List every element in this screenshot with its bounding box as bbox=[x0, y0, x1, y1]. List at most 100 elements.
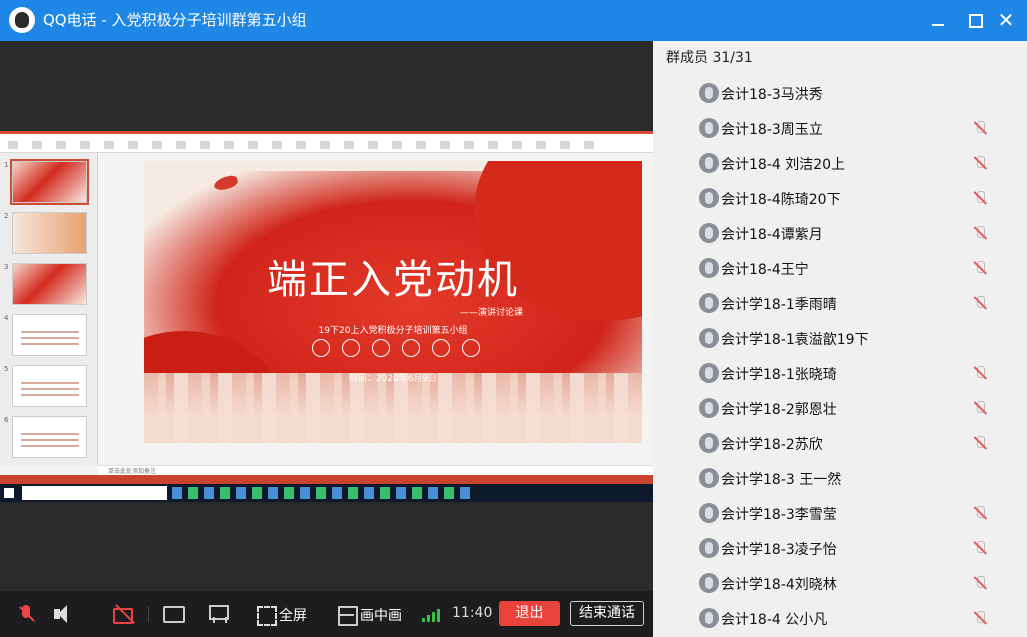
avatar bbox=[699, 188, 719, 208]
mic-muted-icon bbox=[972, 225, 988, 241]
member-name: 会计学18-4刘晓林 bbox=[721, 577, 837, 593]
slide-thumbnail[interactable] bbox=[12, 263, 87, 305]
minimize-icon[interactable] bbox=[925, 8, 951, 32]
avatar bbox=[699, 153, 719, 173]
avatar bbox=[699, 328, 719, 348]
picture-in-picture-icon[interactable] bbox=[337, 603, 358, 626]
slide-thumbnail[interactable] bbox=[12, 365, 87, 407]
qq-logo-icon bbox=[9, 7, 35, 33]
member-item[interactable]: 会计学18-1袁溢歆19下 bbox=[653, 321, 1027, 356]
window-title: QQ电话 - 入党积极分子培训群第五小组 bbox=[43, 11, 307, 29]
screen-share-icon[interactable] bbox=[162, 603, 185, 625]
mic-muted-icon bbox=[972, 155, 988, 171]
member-item[interactable]: 会计学18-3 王一然 bbox=[653, 461, 1027, 496]
member-item[interactable]: 会计18-4 公小凡 bbox=[653, 601, 1027, 636]
camera-off-icon[interactable] bbox=[112, 603, 136, 625]
member-item[interactable]: 会计18-4陈琦20下 bbox=[653, 181, 1027, 216]
signal-strength-icon bbox=[422, 608, 446, 622]
slide-thumbnail[interactable] bbox=[12, 314, 87, 356]
member-name: 会计学18-1张晓琦 bbox=[721, 367, 837, 383]
slide-heading: 端正入党动机 bbox=[267, 257, 519, 303]
exit-button[interactable]: 退出 bbox=[499, 601, 560, 626]
end-call-button[interactable]: 结束通话 bbox=[570, 601, 644, 626]
windows-taskbar bbox=[0, 484, 653, 502]
mic-muted-icon bbox=[972, 540, 988, 556]
slide-thumbnails: 1 2 3 4 5 6 bbox=[0, 153, 98, 465]
speaker-icon[interactable] bbox=[52, 603, 70, 625]
maximize-icon[interactable] bbox=[962, 8, 988, 32]
member-name: 会计学18-3李雪莹 bbox=[721, 507, 837, 523]
title-bar: QQ电话 - 入党积极分子培训群第五小组 ✕ bbox=[0, 0, 1027, 41]
member-name: 会计18-4王宁 bbox=[721, 262, 809, 278]
member-item[interactable]: 会计18-3马洪秀 bbox=[653, 76, 1027, 111]
taskbar-app-icons bbox=[172, 487, 472, 499]
mic-muted-icon bbox=[972, 435, 988, 451]
notes-placeholder: 单击此处添加备注 bbox=[108, 468, 157, 475]
member-item[interactable]: 会计学18-3凌子怡 bbox=[653, 531, 1027, 566]
call-timer: 11:40 bbox=[452, 605, 493, 621]
avatar bbox=[699, 398, 719, 418]
member-item[interactable]: 会计学18-3李雪莹 bbox=[653, 496, 1027, 531]
picture-in-picture-button[interactable]: 画中画 bbox=[360, 605, 402, 625]
mic-muted-icon bbox=[972, 365, 988, 381]
member-item[interactable]: 会计18-3周玉立 bbox=[653, 111, 1027, 146]
member-name: 会计18-4陈琦20下 bbox=[721, 192, 841, 208]
member-item[interactable]: 会计18-4 刘洁20上 bbox=[653, 146, 1027, 181]
member-item[interactable]: 会计18-4谭紫月 bbox=[653, 216, 1027, 251]
member-item[interactable]: 会计学18-1张晓琦 bbox=[653, 356, 1027, 391]
call-controls: 全屏 画中画 11:40 退出 结束通话 bbox=[0, 591, 653, 637]
member-name: 会计学18-2郭恩壮 bbox=[721, 402, 837, 418]
avatar bbox=[699, 608, 719, 628]
shared-screen: 1 2 3 4 5 6 端正入党动机 ——演讲讨论课 19下20上入党积极分子培… bbox=[0, 131, 653, 502]
mic-muted-icon bbox=[972, 505, 988, 521]
member-item[interactable]: 会计学18-4刘晓林 bbox=[653, 566, 1027, 601]
member-item[interactable]: 会计学18-1季雨晴 bbox=[653, 286, 1027, 321]
slide-thumbnail[interactable] bbox=[12, 416, 87, 458]
member-count-header: 群成员 31/31 bbox=[666, 50, 753, 66]
member-name: 会计18-4 公小凡 bbox=[721, 612, 828, 628]
mic-muted-icon bbox=[972, 575, 988, 591]
member-name: 会计18-3马洪秀 bbox=[721, 87, 823, 103]
avatar bbox=[699, 223, 719, 243]
thumb-number: 5 bbox=[4, 365, 9, 373]
fullscreen-button[interactable]: 全屏 bbox=[279, 605, 307, 625]
member-name: 会计18-4 刘洁20上 bbox=[721, 157, 846, 173]
fullscreen-icon[interactable] bbox=[256, 603, 277, 626]
member-item[interactable]: 会计学18-2郭恩壮 bbox=[653, 391, 1027, 426]
member-name: 会计18-3周玉立 bbox=[721, 122, 823, 138]
divider bbox=[148, 606, 149, 622]
avatar bbox=[699, 433, 719, 453]
member-name: 会计学18-3 王一然 bbox=[721, 472, 842, 488]
mic-muted-icon bbox=[972, 610, 988, 626]
member-name: 会计学18-2苏欣 bbox=[721, 437, 823, 453]
avatar bbox=[699, 118, 719, 138]
bulb-icon bbox=[432, 339, 450, 357]
mic-muted-icon bbox=[972, 400, 988, 416]
slide-thumbnail[interactable] bbox=[10, 159, 89, 205]
thumb-number: 4 bbox=[4, 314, 9, 322]
search-icon bbox=[342, 339, 360, 357]
thumb-number: 2 bbox=[4, 212, 9, 220]
slide-date: 时间：2020年6月9日 bbox=[348, 374, 438, 384]
taskbar-search-box bbox=[22, 486, 167, 500]
close-icon[interactable]: ✕ bbox=[993, 8, 1019, 32]
member-item[interactable]: 会计学18-2苏欣 bbox=[653, 426, 1027, 461]
mic-muted-icon bbox=[972, 295, 988, 311]
slide-group-line: 19下20上入党积极分子培训第五小组 bbox=[318, 326, 468, 336]
main-slide: 端正入党动机 ——演讲讨论课 19下20上入党积极分子培训第五小组 时间：202… bbox=[144, 161, 642, 443]
target-icon bbox=[372, 339, 390, 357]
member-name: 会计学18-1季雨晴 bbox=[721, 297, 837, 313]
document-search-icon bbox=[462, 339, 480, 357]
thumb-number: 6 bbox=[4, 416, 9, 424]
avatar bbox=[699, 468, 719, 488]
windows-start-icon bbox=[4, 488, 14, 498]
slide-thumbnail[interactable] bbox=[12, 212, 87, 254]
mic-muted-icon bbox=[972, 260, 988, 276]
avatar bbox=[699, 503, 719, 523]
presentation-icon[interactable] bbox=[207, 603, 229, 625]
member-item[interactable]: 会计18-4王宁 bbox=[653, 251, 1027, 286]
notes-pane[interactable]: 单击此处添加备注 bbox=[98, 465, 653, 475]
mic-muted-icon bbox=[972, 120, 988, 136]
thumb-number: 3 bbox=[4, 263, 9, 271]
mic-off-icon[interactable] bbox=[16, 603, 36, 625]
